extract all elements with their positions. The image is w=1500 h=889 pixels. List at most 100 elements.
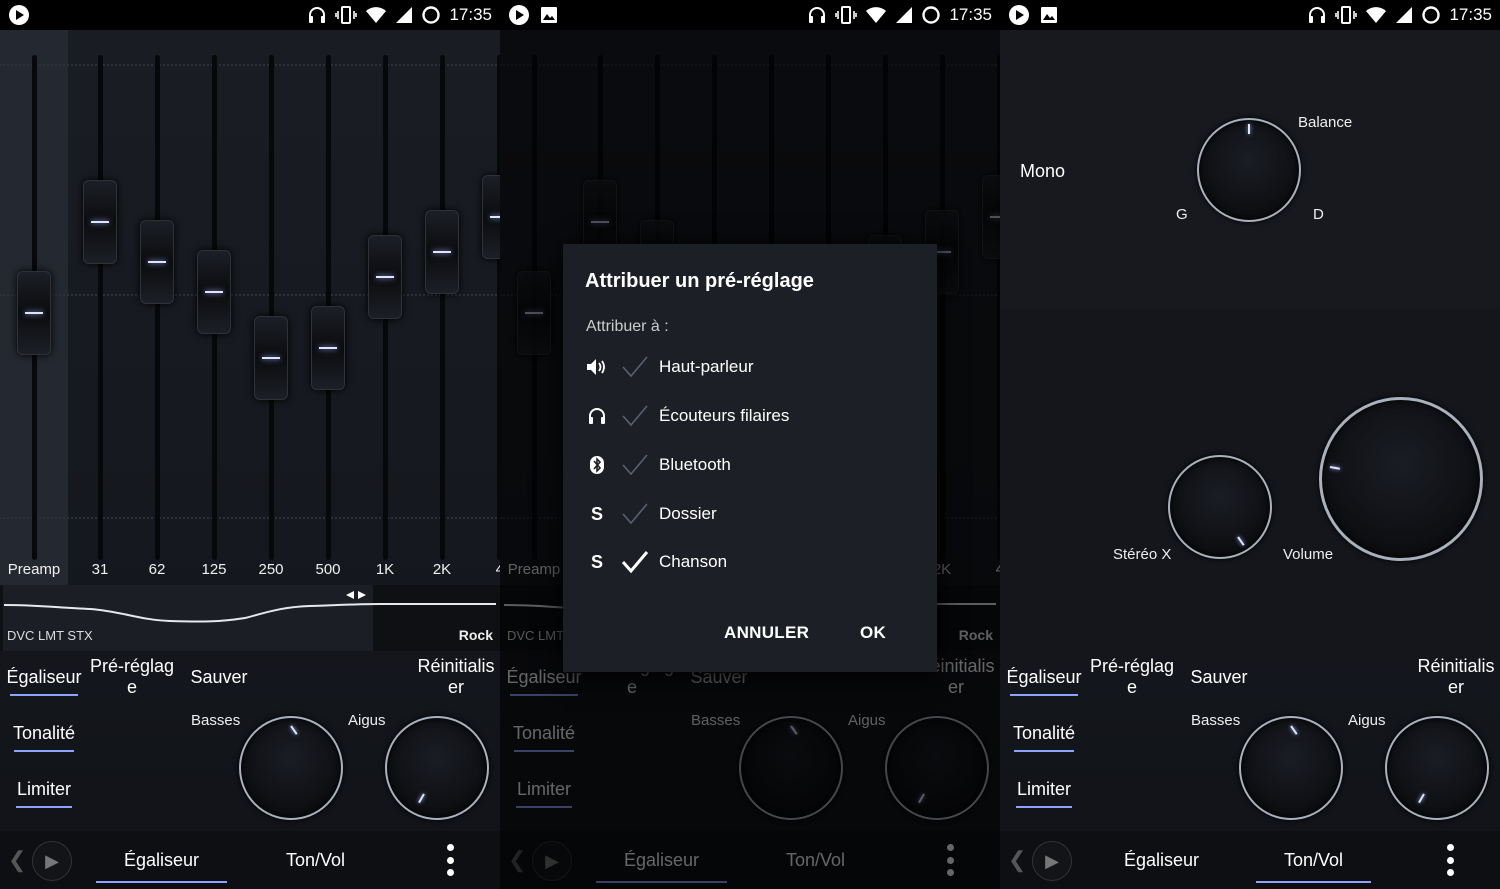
assign-row-folder[interactable]: S Dossier [585,499,717,529]
battery-icon [421,5,441,25]
reset-button-line2: er [1447,677,1464,697]
status-time: 17:35 [949,5,992,24]
grid-line [0,294,500,296]
balance-label: Balance [1298,114,1353,131]
battery-icon [921,5,941,25]
assign-row-bluetooth[interactable]: Bluetooth [585,450,731,480]
wifi-icon [1365,6,1387,24]
vibrate-icon [335,6,358,24]
reset-button[interactable]: Réinitialis er [1412,656,1500,698]
volume-knob[interactable] [1319,397,1483,561]
s-icon: S [590,551,603,572]
tab-equalizer[interactable]: Égaliseur [95,850,228,883]
band-slider-handle[interactable] [368,235,402,320]
curve-subtitle: DVC LMT STX [7,628,93,643]
play-notification-icon [8,4,30,26]
preamp-slider-handle[interactable] [17,270,51,355]
signal-icon [895,6,913,24]
assign-row-song[interactable]: S Chanson [585,547,727,577]
status-bar: 17:35 [500,0,1000,30]
bass-label: Basses [191,712,241,729]
mode-tone-button[interactable]: Tonalité [1010,723,1078,752]
band-slider-handle[interactable] [140,220,174,305]
play-notification-icon [1008,4,1030,26]
preset-button-line1: Pré-réglag [89,656,175,676]
mode-limiter-button[interactable]: Limiter [12,779,76,808]
preset-button-line1: Pré-réglag [1089,656,1175,676]
tab-tone-volume[interactable]: Ton/Vol [1255,850,1372,883]
grid-line [0,64,500,66]
tab-tone-volume[interactable]: Ton/Vol [286,850,345,871]
bass-knob[interactable] [239,716,343,820]
previous-icon[interactable]: ❮ [8,847,26,873]
preset-name[interactable]: Rock [459,627,493,643]
more-menu-icon[interactable] [1446,844,1454,876]
mode-equalizer-button[interactable]: Égaliseur [1006,667,1082,696]
play-icon: ▶ [1045,850,1059,871]
mono-toggle[interactable]: Mono [1020,161,1065,182]
preset-button[interactable]: Pré-réglag e [88,656,176,698]
reset-button-line2: er [447,677,464,697]
treble-knob[interactable] [385,716,489,820]
status-time: 17:35 [449,5,492,24]
bass-label: Basses [1191,712,1241,729]
check-icon [621,453,659,477]
speaker-icon [585,358,609,376]
band-slider-handle[interactable] [83,179,117,264]
save-button[interactable]: Sauver [1188,667,1250,688]
assign-row-speaker[interactable]: Haut-parleur [585,352,754,382]
reset-button-line1: Réinitialis [1417,656,1495,676]
equalizer-bands [0,30,500,585]
headphones-status-icon [807,6,827,24]
band-slider-handle[interactable] [482,174,500,259]
headphones-status-icon [307,6,327,24]
band-label: 62 [148,561,166,578]
band-label: 1K [375,561,395,578]
cancel-button[interactable]: ANNULER [724,623,809,643]
check-icon [621,404,659,428]
band-slider-handle[interactable] [311,305,345,390]
assign-label: Haut-parleur [659,357,754,376]
reset-button-line1: Réinitialis [417,656,495,676]
assign-row-wired-headphones[interactable]: Écouteurs filaires [585,401,789,431]
mode-tone-button[interactable]: Tonalité [10,723,78,752]
play-button[interactable]: ▶ [32,841,72,881]
mode-equalizer-button[interactable]: Égaliseur [6,667,82,696]
assign-label: Écouteurs filaires [659,406,790,425]
save-button[interactable]: Sauver [188,667,250,688]
stereo-x-knob[interactable] [1168,455,1272,559]
assign-label: Dossier [659,504,717,523]
band-slider-handle[interactable] [254,316,288,400]
preset-button[interactable]: Pré-réglag e [1088,656,1176,698]
band-track [98,55,103,560]
balance-knob[interactable] [1197,118,1301,222]
ok-button[interactable]: OK [860,623,886,643]
volume-label: Volume [1283,546,1334,563]
image-notification-icon [1040,6,1058,24]
mode-limiter-button[interactable]: Limiter [1012,779,1076,808]
tab-equalizer[interactable]: Égaliseur [1124,850,1199,871]
s-icon: S [590,503,603,524]
equalizer-screen: 17:35 Preamp 31 62 125 250 500 1K 2K 4 DVC LMT S… [0,0,500,889]
stereo-x-label: Stéréo X [1113,546,1172,563]
play-button[interactable]: ▶ [1032,841,1072,881]
status-bar: 17:35 [1000,0,1500,30]
assign-label: Chanson [659,552,728,571]
band-track [155,55,160,560]
assign-preset-screen: 17:35 Preamp31621252505001K2K4 DVC LMT S… [500,0,1000,889]
bass-knob[interactable] [1239,716,1343,820]
band-track [269,55,274,560]
more-menu-icon[interactable] [446,844,454,876]
treble-knob[interactable] [1385,716,1489,820]
vibrate-icon [835,6,858,24]
play-notification-icon [508,4,530,26]
check-icon-checked [621,550,659,574]
band-label: 2K [432,561,452,578]
previous-icon[interactable]: ❮ [1008,847,1026,873]
band-slider-handle[interactable] [425,209,459,294]
bluetooth-icon [585,455,609,475]
bottom-navigation: ❮ ▶ Égaliseur Ton/Vol [0,831,500,889]
balance-left-label: G [1176,206,1188,223]
reset-button[interactable]: Réinitialis er [412,656,500,698]
band-slider-handle[interactable] [197,250,231,335]
